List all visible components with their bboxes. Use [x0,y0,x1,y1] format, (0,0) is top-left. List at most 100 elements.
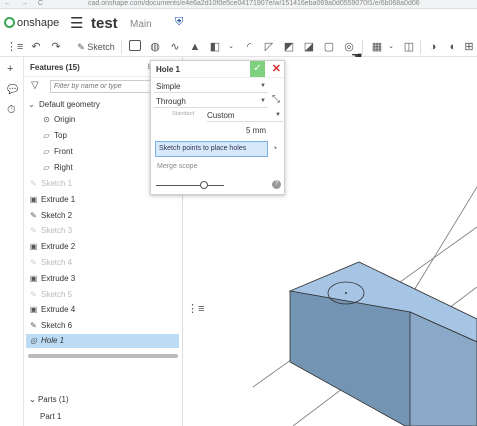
workspace-name[interactable]: Main [130,19,152,30]
help-icon[interactable]: ? [272,180,281,189]
extrude-icon: ▣ [29,195,38,204]
learning-center-icon[interactable]: ⛨ [175,16,183,29]
dialog-header: Hole 1 ✓ ✕ [151,61,284,78]
feature-sketch-5[interactable]: ✎ Sketch 5 [29,288,187,302]
pencil-icon: ✎ [77,42,85,52]
feature-label: Front [54,147,73,156]
comments-icon[interactable]: 💬 [7,84,18,95]
extrude-tool-icon[interactable] [128,40,142,54]
transform-tool-icon[interactable]: ⊞ [462,40,476,54]
chamfer-tool-icon[interactable]: ◸ [262,40,276,54]
hole-termination-select[interactable]: Through ▼ [154,95,268,108]
extrude-shape [129,40,141,51]
dropdown-caret-icon: ▼ [260,83,266,89]
feature-list-title: Features (15) [30,63,80,72]
sweep-tool-icon[interactable]: ∿ [168,40,182,54]
accept-button[interactable]: ✓ [250,61,265,77]
part-item[interactable]: Part 1 [40,412,61,421]
sketch-button-label: Sketch [87,42,115,52]
sketch-icon: ✎ [30,226,37,235]
feature-label: Extrude 2 [41,242,76,251]
feature-label: Sketch 5 [41,290,73,299]
feature-list-scrollbar[interactable] [28,354,178,358]
filter-icon[interactable]: ▽ [31,80,39,91]
plane-icon: ▱ [43,131,50,140]
draft-tool-icon[interactable]: ◩ [282,40,296,54]
feature-extrude-1[interactable]: ▣ Extrude 1 [29,193,187,207]
toolbar-divider [420,40,421,54]
standard-label: Standard [172,111,195,117]
toolbar-divider [121,40,122,54]
redo-icon[interactable]: ↷ [50,40,62,54]
feature-label: Sketch 1 [41,179,73,188]
browser-nav-buttons[interactable]: ← → C [4,0,47,8]
app-header: onshape ☰ test Main ⛨ [0,9,477,37]
feature-label: Extrude 3 [41,274,76,283]
sketch-icon: ✎ [30,179,37,188]
origin-icon: ⊙ [43,115,50,124]
onshape-logo[interactable]: onshape [4,17,59,29]
rib-tool-icon[interactable]: ◪ [302,40,316,54]
feature-list-toggle-icon[interactable]: ⋮≡ [187,302,204,315]
url-text[interactable]: cad.onshape.com/documents/e4e6a2d10f0e5c… [88,0,420,8]
fillet-tool-icon[interactable]: ◜ [242,40,256,54]
feature-extrude-2[interactable]: ▣ Extrude 2 [29,240,187,254]
feature-sketch-2[interactable]: ✎ Sketch 2 [29,209,187,223]
chevron-down-icon[interactable]: ⌄ [386,40,396,54]
dropdown-caret-icon: ▼ [260,98,266,104]
feature-hole-1[interactable]: ◎ Hole 1 [26,334,179,348]
browser-address-bar[interactable]: ← → C cad.onshape.com/documents/e4e6a2d1… [0,0,477,9]
chevron-down-icon[interactable]: ⌄ [226,40,236,54]
feature-sketch-3[interactable]: ✎ Sketch 3 [29,224,187,238]
sketch-icon: ✎ [30,290,37,299]
revolve-tool-icon[interactable]: ◍ [148,40,162,54]
loft-tool-icon[interactable]: ▲ [188,40,202,54]
standard-select[interactable]: Custom ▼ [207,109,283,122]
cancel-button[interactable]: ✕ [272,62,281,75]
feature-label: Extrude 4 [41,305,76,314]
undo-icon[interactable]: ↶ [30,40,42,54]
extrude-icon: ▣ [29,274,38,283]
merge-scope-field[interactable]: Merge scope [157,163,197,170]
sketch-points-icon[interactable]: ◔ [272,143,277,153]
parts-header: Parts (1) [37,395,69,404]
pattern-tool-icon[interactable]: ▦ [370,40,384,54]
feature-sketch-4[interactable]: ✎ Sketch 4 [29,256,187,270]
rollback-slider-knob[interactable] [200,181,208,189]
split-tool-icon[interactable]: ◐ [446,40,460,54]
feature-label: Sketch 3 [41,226,73,235]
standard-value: Custom [207,111,235,120]
history-icon[interactable]: ⏱ [7,104,16,117]
flip-direction-icon[interactable]: ⤡ [272,94,280,105]
sketch-icon: ✎ [30,258,37,267]
sketch-button[interactable]: ✎ Sketch [74,40,118,54]
boolean-tool-icon[interactable]: ◑ [426,40,440,54]
hole-termination-value: Through [156,97,186,106]
document-title[interactable]: test [91,15,118,32]
sketch-icon: ✎ [30,321,37,330]
shell-tool-icon[interactable]: ▢ [322,40,336,54]
hole-style-value: Simple [156,82,181,91]
sketch-points-selection[interactable]: Sketch points to place holes [155,141,268,157]
feature-extrude-3[interactable]: ▣ Extrude 3 [29,272,187,286]
rollback-slider[interactable] [156,185,224,186]
mirror-tool-icon[interactable]: ◫ [402,40,416,54]
onshape-logo-icon [4,17,15,28]
feature-label: Top [54,131,67,140]
hole-style-select[interactable]: Simple ▼ [154,80,268,93]
feature-label: Extrude 1 [41,195,76,204]
menu-icon[interactable]: ☰ [70,14,83,32]
feature-list-icon[interactable]: ⋮≡ [6,40,23,54]
feature-sketch-6[interactable]: ✎ Sketch 6 [29,319,187,333]
dialog-title: Hole 1 [156,65,181,74]
thicken-tool-icon[interactable]: ◧ [208,40,222,54]
extrude-icon: ▣ [29,305,38,314]
sketch-point[interactable] [345,292,347,294]
plane-icon: ▱ [43,147,50,156]
add-feature-icon[interactable]: + [7,63,13,75]
feature-label: Origin [54,115,76,124]
parts-group[interactable]: ⌄ Parts (1) [29,395,69,404]
feature-extrude-4[interactable]: ▣ Extrude 4 [29,303,187,317]
hole-diameter-input[interactable]: 5 mm [246,126,266,135]
plane-icon: ▱ [43,163,50,172]
